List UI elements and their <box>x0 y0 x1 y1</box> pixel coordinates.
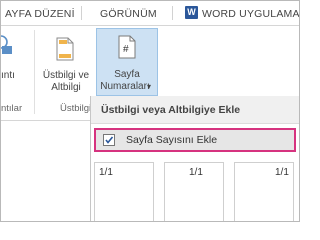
page-numbers-label-line1: Sayfa <box>114 69 140 80</box>
tab-page-layout[interactable]: AYFA DÜZENİ <box>5 8 75 20</box>
header-footer-label-line2: Altbilgi <box>51 82 81 93</box>
header-footer-label-line1: Üstbilgi ve <box>42 70 90 81</box>
page-count-style-left[interactable]: 1/1 <box>94 162 154 221</box>
thumbnail-text: 1/1 <box>99 167 113 178</box>
page-numbers-dropdown: Üstbilgi veya Altbilgiye Ekle Sayfa Sayı… <box>90 96 299 221</box>
svg-text:#: # <box>123 44 129 55</box>
word-icon: W <box>185 6 198 19</box>
ribbon-tab-bar: AYFA DÜZENİ GÖRÜNÜM W WORD UYGULAMASI <box>1 1 299 26</box>
page-count-style-right[interactable]: 1/1 <box>234 162 294 221</box>
link-icon <box>1 35 12 54</box>
header-footer-button[interactable]: Üstbilgi ve Altbilgi <box>37 28 95 98</box>
page-numbers-label-line2: Numaraları <box>100 81 150 92</box>
tab-word-apps[interactable]: WORD UYGULAMASI <box>202 8 299 20</box>
insert-page-count-label: Sayfa Sayısını Ekle <box>126 134 218 146</box>
insert-page-count-item[interactable]: Sayfa Sayısını Ekle <box>94 128 296 152</box>
chevron-down-icon: ▾ <box>147 82 152 91</box>
header-footer-icon <box>56 37 74 61</box>
thumbnail-text: 1/1 <box>275 167 289 178</box>
group-divider <box>34 30 35 114</box>
partial-link-button[interactable]: ıntı <box>1 26 27 96</box>
app-window: AYFA DÜZENİ GÖRÜNÜM W WORD UYGULAMASI ın… <box>0 0 300 222</box>
page-number-icon: # <box>118 35 136 59</box>
dropdown-section-title: Üstbilgi veya Altbilgiye Ekle <box>101 104 241 116</box>
tab-divider <box>172 6 173 20</box>
group-label-header-footer: Üstbilgi <box>60 103 92 114</box>
partial-button-label: ıntı <box>1 70 15 81</box>
page-numbers-button[interactable]: # Sayfa Numaraları ▾ <box>96 28 158 96</box>
dropdown-section-header: Üstbilgi veya Altbilgiye Ekle <box>91 96 299 124</box>
partial-group-label: ntılar <box>1 103 23 114</box>
page-count-style-center[interactable]: 1/1 <box>164 162 224 221</box>
tab-view[interactable]: GÖRÜNÜM <box>100 8 157 20</box>
tab-divider <box>81 6 82 20</box>
thumbnail-text: 1/1 <box>189 167 203 178</box>
checkbox-icon[interactable] <box>103 134 115 146</box>
